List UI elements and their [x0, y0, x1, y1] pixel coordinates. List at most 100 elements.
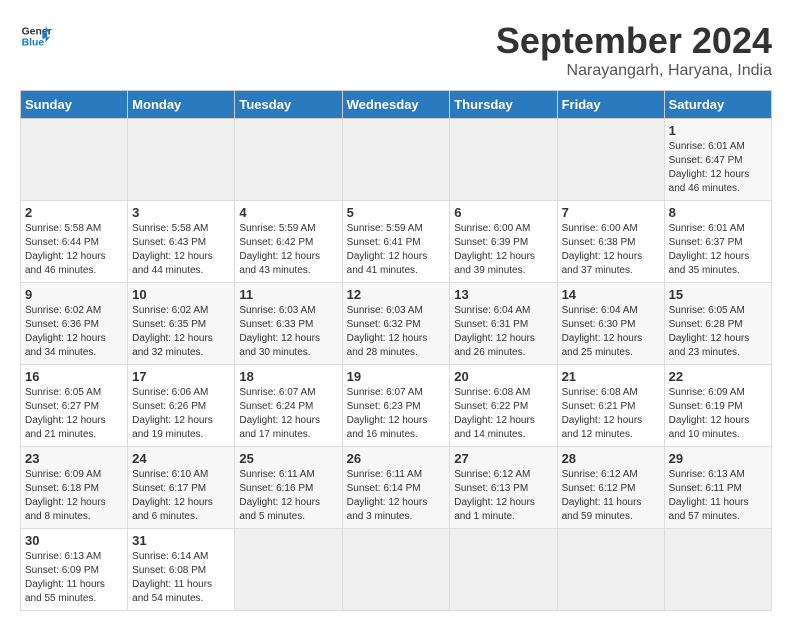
table-row	[235, 119, 342, 201]
table-row	[342, 119, 450, 201]
day-info: Sunrise: 6:09 AMSunset: 6:19 PMDaylight:…	[669, 386, 767, 442]
table-row: 17 Sunrise: 6:06 AMSunset: 6:26 PMDaylig…	[128, 365, 235, 447]
table-row	[557, 119, 664, 201]
day-info: Sunrise: 6:01 AMSunset: 6:47 PMDaylight:…	[669, 140, 767, 196]
table-row: 5 Sunrise: 5:59 AMSunset: 6:41 PMDayligh…	[342, 201, 450, 283]
calendar-week-row: 9 Sunrise: 6:02 AMSunset: 6:36 PMDayligh…	[21, 283, 772, 365]
col-thursday: Thursday	[450, 91, 557, 119]
day-number: 2	[25, 205, 123, 220]
day-info: Sunrise: 6:08 AMSunset: 6:21 PMDaylight:…	[562, 386, 660, 442]
calendar-week-row: 16 Sunrise: 6:05 AMSunset: 6:27 PMDaylig…	[21, 365, 772, 447]
table-row	[557, 529, 664, 611]
table-row: 23 Sunrise: 6:09 AMSunset: 6:18 PMDaylig…	[21, 447, 128, 529]
day-number: 18	[239, 369, 337, 384]
day-info: Sunrise: 5:59 AMSunset: 6:42 PMDaylight:…	[239, 222, 337, 278]
table-row: 24 Sunrise: 6:10 AMSunset: 6:17 PMDaylig…	[128, 447, 235, 529]
table-row: 6 Sunrise: 6:00 AMSunset: 6:39 PMDayligh…	[450, 201, 557, 283]
table-row: 16 Sunrise: 6:05 AMSunset: 6:27 PMDaylig…	[21, 365, 128, 447]
day-number: 22	[669, 369, 767, 384]
svg-text:General: General	[22, 26, 52, 37]
col-tuesday: Tuesday	[235, 91, 342, 119]
day-info: Sunrise: 6:05 AMSunset: 6:28 PMDaylight:…	[669, 304, 767, 360]
day-number: 25	[239, 451, 337, 466]
table-row: 15 Sunrise: 6:05 AMSunset: 6:28 PMDaylig…	[664, 283, 771, 365]
table-row	[342, 529, 450, 611]
table-row	[450, 119, 557, 201]
day-info: Sunrise: 6:00 AMSunset: 6:39 PMDaylight:…	[454, 222, 552, 278]
day-info: Sunrise: 5:58 AMSunset: 6:44 PMDaylight:…	[25, 222, 123, 278]
day-number: 24	[132, 451, 230, 466]
logo: General Blue	[20, 20, 52, 52]
table-row: 26 Sunrise: 6:11 AMSunset: 6:14 PMDaylig…	[342, 447, 450, 529]
calendar-header-row: Sunday Monday Tuesday Wednesday Thursday…	[21, 91, 772, 119]
day-info: Sunrise: 5:59 AMSunset: 6:41 PMDaylight:…	[347, 222, 446, 278]
table-row	[450, 529, 557, 611]
day-number: 28	[562, 451, 660, 466]
day-number: 20	[454, 369, 552, 384]
day-number: 7	[562, 205, 660, 220]
day-info: Sunrise: 6:12 AMSunset: 6:13 PMDaylight:…	[454, 468, 552, 524]
col-monday: Monday	[128, 91, 235, 119]
table-row: 13 Sunrise: 6:04 AMSunset: 6:31 PMDaylig…	[450, 283, 557, 365]
day-info: Sunrise: 6:04 AMSunset: 6:30 PMDaylight:…	[562, 304, 660, 360]
day-info: Sunrise: 6:13 AMSunset: 6:09 PMDaylight:…	[25, 550, 123, 606]
day-number: 23	[25, 451, 123, 466]
day-number: 3	[132, 205, 230, 220]
day-info: Sunrise: 6:03 AMSunset: 6:33 PMDaylight:…	[239, 304, 337, 360]
day-number: 14	[562, 287, 660, 302]
month-year: September 2024	[496, 20, 772, 62]
day-info: Sunrise: 6:07 AMSunset: 6:24 PMDaylight:…	[239, 386, 337, 442]
table-row: 1 Sunrise: 6:01 AMSunset: 6:47 PMDayligh…	[664, 119, 771, 201]
day-info: Sunrise: 5:58 AMSunset: 6:43 PMDaylight:…	[132, 222, 230, 278]
day-number: 11	[239, 287, 337, 302]
day-number: 21	[562, 369, 660, 384]
day-number: 1	[669, 123, 767, 138]
calendar-week-row: 1 Sunrise: 6:01 AMSunset: 6:47 PMDayligh…	[21, 119, 772, 201]
calendar-week-row: 23 Sunrise: 6:09 AMSunset: 6:18 PMDaylig…	[21, 447, 772, 529]
day-number: 10	[132, 287, 230, 302]
table-row: 3 Sunrise: 5:58 AMSunset: 6:43 PMDayligh…	[128, 201, 235, 283]
day-info: Sunrise: 6:13 AMSunset: 6:11 PMDaylight:…	[669, 468, 767, 524]
table-row: 20 Sunrise: 6:08 AMSunset: 6:22 PMDaylig…	[450, 365, 557, 447]
table-row: 9 Sunrise: 6:02 AMSunset: 6:36 PMDayligh…	[21, 283, 128, 365]
table-row: 2 Sunrise: 5:58 AMSunset: 6:44 PMDayligh…	[21, 201, 128, 283]
table-row: 19 Sunrise: 6:07 AMSunset: 6:23 PMDaylig…	[342, 365, 450, 447]
day-info: Sunrise: 6:11 AMSunset: 6:14 PMDaylight:…	[347, 468, 446, 524]
day-number: 30	[25, 533, 123, 548]
table-row	[235, 529, 342, 611]
table-row: 28 Sunrise: 6:12 AMSunset: 6:12 PMDaylig…	[557, 447, 664, 529]
table-row: 31 Sunrise: 6:14 AMSunset: 6:08 PMDaylig…	[128, 529, 235, 611]
day-number: 17	[132, 369, 230, 384]
table-row	[21, 119, 128, 201]
table-row: 8 Sunrise: 6:01 AMSunset: 6:37 PMDayligh…	[664, 201, 771, 283]
calendar-week-row: 2 Sunrise: 5:58 AMSunset: 6:44 PMDayligh…	[21, 201, 772, 283]
table-row: 21 Sunrise: 6:08 AMSunset: 6:21 PMDaylig…	[557, 365, 664, 447]
day-number: 26	[347, 451, 446, 466]
table-row: 29 Sunrise: 6:13 AMSunset: 6:11 PMDaylig…	[664, 447, 771, 529]
day-number: 15	[669, 287, 767, 302]
col-friday: Friday	[557, 91, 664, 119]
header: General Blue September 2024 Narayangarh,…	[20, 20, 772, 80]
day-info: Sunrise: 6:11 AMSunset: 6:16 PMDaylight:…	[239, 468, 337, 524]
day-info: Sunrise: 6:06 AMSunset: 6:26 PMDaylight:…	[132, 386, 230, 442]
col-sunday: Sunday	[21, 91, 128, 119]
table-row: 22 Sunrise: 6:09 AMSunset: 6:19 PMDaylig…	[664, 365, 771, 447]
location: Narayangarh, Haryana, India	[496, 62, 772, 80]
table-row: 14 Sunrise: 6:04 AMSunset: 6:30 PMDaylig…	[557, 283, 664, 365]
day-number: 6	[454, 205, 552, 220]
day-info: Sunrise: 6:01 AMSunset: 6:37 PMDaylight:…	[669, 222, 767, 278]
day-number: 16	[25, 369, 123, 384]
title-area: September 2024 Narayangarh, Haryana, Ind…	[496, 20, 772, 80]
day-number: 13	[454, 287, 552, 302]
day-info: Sunrise: 6:14 AMSunset: 6:08 PMDaylight:…	[132, 550, 230, 606]
table-row: 18 Sunrise: 6:07 AMSunset: 6:24 PMDaylig…	[235, 365, 342, 447]
table-row: 25 Sunrise: 6:11 AMSunset: 6:16 PMDaylig…	[235, 447, 342, 529]
table-row: 7 Sunrise: 6:00 AMSunset: 6:38 PMDayligh…	[557, 201, 664, 283]
day-info: Sunrise: 6:02 AMSunset: 6:35 PMDaylight:…	[132, 304, 230, 360]
day-info: Sunrise: 6:12 AMSunset: 6:12 PMDaylight:…	[562, 468, 660, 524]
logo-icon: General Blue	[20, 20, 52, 52]
table-row: 30 Sunrise: 6:13 AMSunset: 6:09 PMDaylig…	[21, 529, 128, 611]
col-saturday: Saturday	[664, 91, 771, 119]
day-info: Sunrise: 6:09 AMSunset: 6:18 PMDaylight:…	[25, 468, 123, 524]
day-info: Sunrise: 6:07 AMSunset: 6:23 PMDaylight:…	[347, 386, 446, 442]
